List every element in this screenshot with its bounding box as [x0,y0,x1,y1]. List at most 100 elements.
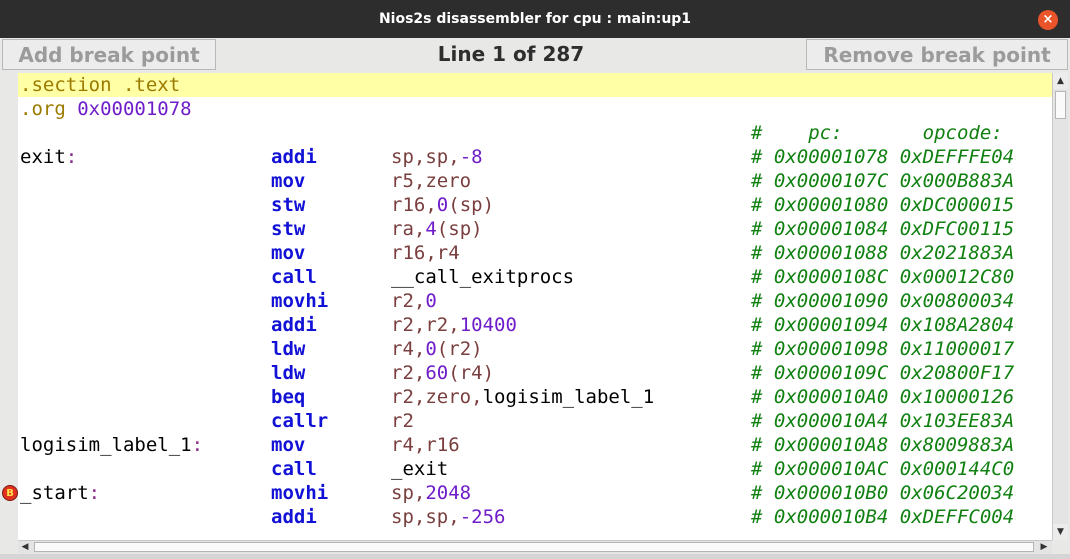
operand-token: r4 [459,362,483,384]
instruction-line[interactable]: ldw r4,0(r2) # 0x00001098 0x11000017 [18,337,1052,361]
operands: r4,r16 [391,433,460,457]
instruction-line[interactable]: exit: addi sp,sp,-8 # 0x00001078 0xDEFFFE04 [18,145,1052,169]
operand-token: zero [425,386,472,408]
instruction-line[interactable]: addi r2,r2,10400 # 0x00001094 0x108A2804 [18,313,1052,337]
operand-token: r16 [391,194,426,216]
address-comment: # 0x000010B0 0x06C20034 [751,481,1014,505]
scroll-up-icon[interactable]: ▲ [1053,73,1068,89]
section-directive-line[interactable]: .section .text [18,73,1052,97]
label-colon: : [88,482,101,504]
operands: r16,r4 [391,241,460,265]
operand-token: 0 [425,290,437,312]
scroll-right-icon[interactable]: ▶ [1037,541,1051,554]
pc-value: 0x00001084 [773,218,889,240]
add-breakpoint-button[interactable]: Add break point [2,39,216,70]
instruction-line[interactable]: call __call_exitprocs # 0x0000108C 0x00012… [18,265,1052,289]
instruction-line[interactable]: logisim_label_1: mov r4,r16 # 0x000010A8 0x… [18,433,1052,457]
operand-token: , [413,434,426,456]
pc-value: 0x000010A4 [773,410,889,432]
status-strip [0,554,1070,559]
pc-value: 0x000010B0 [773,482,889,504]
operand-token: ) [471,338,483,360]
opcode-value: 0x000144C0 [899,458,1015,480]
org-directive: .org 0x00001078 [20,97,192,121]
disassembly-view[interactable]: .section .text .org 0x00001078 # pc: opc… [18,73,1052,540]
breakpoint-icon[interactable]: B [2,485,18,501]
opcode-mnemonic: mov [271,242,306,264]
pc-value: 0x000010A0 [773,386,889,408]
instruction-line[interactable]: mov r16,r4 # 0x00001088 0x2021883A [18,241,1052,265]
instruction-line[interactable]: movhi r2,0 # 0x00001090 0x00800034 [18,289,1052,313]
vertical-scroll-thumb[interactable] [1055,91,1066,119]
instruction-line[interactable]: ldw r2,60(r4) # 0x0000109C 0x20800F17 [18,361,1052,385]
opcode-mnemonic: call [271,458,317,480]
operand-token: r2 [391,386,414,408]
close-button[interactable]: × [1038,10,1058,30]
instruction-line[interactable]: callr r2 # 0x000010A4 0x103EE83A [18,409,1052,433]
instruction-line[interactable]: stw ra,4(sp) # 0x00001084 0xDFC00115 [18,217,1052,241]
operand-token: r5 [391,170,414,192]
opcode-value: 0xDEFFC004 [899,506,1015,528]
operand-token: ra [391,218,414,240]
operands: _exit [391,457,448,481]
close-icon: × [1042,12,1054,27]
opcode-mnemonic: addi [271,146,317,168]
operand-token: , [413,338,426,360]
org-directive-line[interactable]: .org 0x00001078 [18,97,1052,121]
line-counter: Line 1 of 287 [437,42,585,66]
operand-token: r2 [391,410,414,432]
comment-hash: # [751,482,763,504]
comment-hash: # [751,434,763,456]
operands: __call_exitprocs [391,265,574,289]
breakpoint-gutter[interactable] [0,73,18,540]
instruction-line[interactable]: mov r5,zero # 0x0000107C 0x000B883A [18,169,1052,193]
opcode-mnemonic: ldw [271,362,306,384]
label-colon: : [191,434,204,456]
address-comment: # 0x00001078 0xDEFFFE04 [751,145,1014,169]
opcode-mnemonic: beq [271,386,306,408]
instruction-line[interactable]: addi sp,sp,-256 # 0x000010B4 0xDEFFC004 [18,505,1052,529]
address-comment: # 0x000010A8 0x8009883A [751,433,1014,457]
operand-token: ) [471,218,483,240]
opcode-value: 0x000B883A [899,170,1015,192]
comment-hash: # [751,218,763,240]
instruction-line[interactable]: beq r2,zero,logisim_label_1 # 0x000010A0 0… [18,385,1052,409]
opcode-value: 0x8009883A [899,434,1015,456]
scroll-down-icon[interactable]: ▼ [1053,524,1068,540]
scroll-left-icon[interactable]: ◀ [18,541,32,554]
operands: r2,0 [391,289,437,313]
opcode-value: 0x10000126 [899,386,1015,408]
instruction-line[interactable]: call _exit # 0x000010AC 0x000144C0 [18,457,1052,481]
opcode-value: 0xDC000015 [899,194,1015,216]
opcode-mnemonic: movhi [271,290,329,312]
header-hash: # [751,122,763,144]
pc-value: 0x000010B4 [773,506,889,528]
opcode-value: 0x108A2804 [899,314,1015,336]
comment-hash: # [751,506,763,528]
operand-token: sp [425,146,449,168]
address-comment: # 0x00001080 0xDC000015 [751,193,1014,217]
vertical-scrollbar[interactable]: ▲ ▼ [1052,73,1068,540]
comment-hash: # [751,242,763,264]
pc-value: 0x000010AC [773,458,889,480]
operand-token: r4 [436,242,460,264]
code-label: _start: [20,481,100,505]
comment-hash: # [751,170,763,192]
instruction-line[interactable]: _start: movhi sp,2048 # 0x000010B0 0x06C200… [18,481,1052,505]
operand-token: , [425,242,437,264]
toolbar: Add break point Line 1 of 287 Remove bre… [0,38,1070,72]
instruction-line[interactable]: stw r16,0(sp) # 0x00001080 0xDC000015 [18,193,1052,217]
horizontal-scroll-thumb[interactable] [34,542,1034,552]
operand-token: , [413,482,426,504]
opcode-mnemonic: stw [271,194,306,216]
remove-breakpoint-button[interactable]: Remove break point [806,39,1068,70]
opcode-mnemonic: ldw [271,338,306,360]
comment-hash: # [751,290,763,312]
operand-token: ( [436,218,449,240]
address-comment: # 0x00001098 0x11000017 [751,337,1014,361]
address-comment: # 0x00001084 0xDFC00115 [751,217,1014,241]
horizontal-scrollbar[interactable]: ◀ ▶ [18,540,1052,554]
pc-value: 0x00001080 [773,194,889,216]
operand-token: , [448,506,460,528]
operand-token: _exit [391,458,449,480]
